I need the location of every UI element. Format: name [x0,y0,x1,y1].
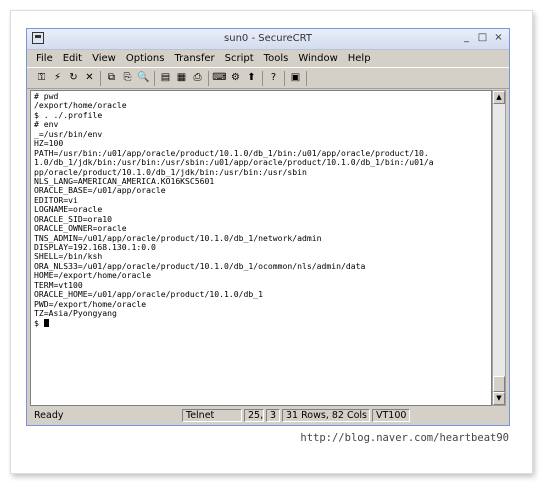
terminal-line: DISPLAY=192.168.130.1:0.0 [34,242,156,252]
settings-icon[interactable]: ⚙ [228,71,243,86]
status-size: 31 Rows, 82 Cols [282,408,370,422]
terminal-line: # env [34,119,59,130]
menu-tools[interactable]: Tools [259,53,294,64]
menu-view[interactable]: View [87,53,121,64]
menu-options[interactable]: Options [121,53,170,64]
terminal-line: TZ=Asia/Pyongyang [34,308,117,319]
keymap-icon[interactable]: ⌨ [212,71,227,86]
status-bar: Ready Telnet 25, 3 31 Rows, 82 Cols VT10… [30,408,506,422]
print-icon[interactable]: ⎙ [190,71,205,86]
copy-icon[interactable]: ⧉ [104,71,119,86]
menu-transfer[interactable]: Transfer [169,53,219,64]
terminal-line: HOME=/export/home/oracle [34,270,151,281]
help-icon[interactable]: ? [266,71,281,86]
text-cursor [43,318,49,327]
toolbar-group: ? [263,70,285,86]
session-options-icon[interactable]: ▤ [158,71,173,86]
menu-script[interactable]: Script [220,53,259,64]
terminal-output[interactable]: # pwd/export/home/oracle $ . ./.profile # … [30,90,492,406]
shell-prompt: $ [34,317,44,328]
upload-icon[interactable]: ⬆ [244,71,259,86]
terminal-prompt-line: $ [34,317,488,328]
connect-icon[interactable]: ⚿ [34,71,49,86]
maximize-button[interactable]: □ [476,32,489,44]
status-protocol: Telnet [182,408,242,422]
terminal-line: EDITOR=vi [34,194,78,205]
vertical-scrollbar[interactable]: ▲ ▼ [492,90,506,406]
blog-watermark: http://blog.naver.com/heartbeat90 [300,432,509,444]
terminal-line: ORACLE_BASE=/u01/app/oracle [34,185,166,196]
toolbar-group: ▤ ▦ ⎙ [155,70,209,86]
securecrt-window: sun0 - SecureCRT _ □ × File Edit View Op… [26,28,510,426]
toolbar-group: ⧉ ⎘ 🔍 [101,70,155,86]
toolbar-group: ▣ [285,70,307,86]
close-button[interactable]: × [492,32,505,44]
scroll-thumb[interactable] [493,376,505,392]
status-ready: Ready [34,409,64,421]
toolbar-group: ⚿ ⚡ ↻ ✕ [31,70,101,86]
menu-edit[interactable]: Edit [58,53,87,64]
reconnect-icon[interactable]: ↻ [66,71,81,86]
title-bar: sun0 - SecureCRT _ □ × [27,29,509,50]
quick-connect-icon[interactable]: ⚡ [50,71,65,86]
terminal-line: /export/home/oracle [34,100,127,111]
global-options-icon[interactable]: ▦ [174,71,189,86]
terminal-line: $ . ./.profile [34,109,103,120]
scroll-up-arrow-icon[interactable]: ▲ [493,91,505,104]
scroll-down-arrow-icon[interactable]: ▼ [493,392,505,405]
status-col: 3 [266,408,280,422]
menu-help[interactable]: Help [343,53,376,64]
menu-bar: File Edit View Options Transfer Script T… [27,50,509,67]
toolbar-group: ⌨ ⚙ ⬆ [209,70,263,86]
status-row: 25, [244,408,264,422]
find-icon[interactable]: 🔍 [136,71,151,86]
window-title: sun0 - SecureCRT [224,33,312,44]
menu-window[interactable]: Window [293,53,342,64]
about-icon[interactable]: ▣ [288,71,303,86]
disconnect-icon[interactable]: ✕ [82,71,97,86]
minimize-button[interactable]: _ [460,32,473,44]
status-emulation: VT100 [372,408,410,422]
menu-file[interactable]: File [31,53,58,64]
terminal-line: _=/usr/bin/env [34,128,103,139]
toolbar: ⚿ ⚡ ↻ ✕ ⧉ ⎘ 🔍 ▤ ▦ ⎙ ⌨ ⚙ ⬆? ▣ [27,67,509,89]
paste-icon[interactable]: ⎘ [120,71,135,86]
